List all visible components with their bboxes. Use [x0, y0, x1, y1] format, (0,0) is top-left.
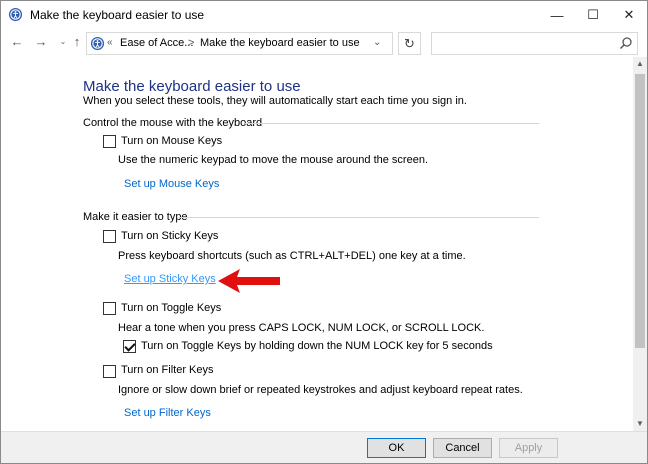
- red-arrow-icon: [218, 269, 280, 293]
- dialog-window: Make the keyboard easier to use — ☐ ✕ ← …: [0, 0, 648, 464]
- refresh-icon: ↻: [404, 35, 415, 51]
- mouse-keys-description: Use the numeric keypad to move the mouse…: [118, 154, 429, 166]
- cancel-button[interactable]: Cancel: [433, 438, 492, 458]
- minimize-button[interactable]: —: [539, 1, 575, 29]
- breadcrumb-ease-of-access[interactable]: Ease of Acce...: [120, 37, 193, 49]
- sticky-keys-description: Press keyboard shortcuts (such as CTRL+A…: [118, 250, 466, 262]
- apply-button[interactable]: Apply: [499, 438, 558, 458]
- title-bar[interactable]: Make the keyboard easier to use — ☐ ✕: [1, 1, 647, 29]
- setup-sticky-keys-link[interactable]: Set up Sticky Keys: [124, 273, 216, 285]
- scroll-up-icon[interactable]: ▲: [633, 57, 647, 71]
- ease-of-access-icon: [8, 7, 23, 22]
- toggle-keys-numlock-checkbox[interactable]: [123, 340, 136, 353]
- scrollbar-thumb[interactable]: [635, 74, 645, 348]
- up-arrow-icon[interactable]: ↑: [69, 34, 85, 50]
- toggle-keys-description: Hear a tone when you press CAPS LOCK, NU…: [118, 322, 485, 334]
- filter-keys-description: Ignore or slow down brief or repeated ke…: [118, 384, 523, 396]
- toggle-keys-label[interactable]: Turn on Toggle Keys: [121, 302, 221, 314]
- close-icon: ✕: [623, 7, 635, 22]
- toggle-keys-checkbox[interactable]: [103, 302, 116, 315]
- back-arrow-icon[interactable]: ←: [9, 34, 25, 50]
- section-heading-mouse: Control the mouse with the keyboard: [83, 117, 263, 129]
- vertical-scrollbar[interactable]: ▲ ▼: [633, 57, 647, 431]
- toggle-keys-numlock-label[interactable]: Turn on Toggle Keys by holding down the …: [141, 340, 493, 352]
- close-button[interactable]: ✕: [611, 1, 647, 29]
- page-subtitle: When you select these tools, they will a…: [83, 95, 467, 107]
- section-divider: [179, 217, 539, 218]
- setup-filter-keys-link[interactable]: Set up Filter Keys: [124, 407, 211, 419]
- sticky-keys-checkbox[interactable]: [103, 230, 116, 243]
- maximize-button[interactable]: ☐: [575, 1, 611, 29]
- breadcrumb-overflow-icon[interactable]: «: [107, 37, 113, 48]
- maximize-icon: ☐: [587, 7, 599, 22]
- section-divider: [245, 123, 539, 124]
- search-icon: [619, 37, 632, 50]
- breadcrumb-current[interactable]: Make the keyboard easier to use: [200, 37, 360, 49]
- mouse-keys-checkbox[interactable]: [103, 135, 116, 148]
- address-bar[interactable]: « Ease of Acce... > Make the keyboard ea…: [86, 32, 393, 55]
- window-title: Make the keyboard easier to use: [30, 8, 205, 22]
- main-content: Make the keyboard easier to use When you…: [1, 57, 633, 431]
- scroll-down-icon[interactable]: ▼: [633, 417, 647, 431]
- breadcrumb-separator-icon[interactable]: >: [188, 37, 194, 49]
- page-title: Make the keyboard easier to use: [83, 78, 301, 95]
- ok-button[interactable]: OK: [367, 438, 426, 458]
- mouse-keys-label[interactable]: Turn on Mouse Keys: [121, 135, 222, 147]
- filter-keys-checkbox[interactable]: [103, 365, 116, 378]
- section-heading-typing: Make it easier to type: [83, 211, 188, 223]
- dialog-footer: OK Cancel Apply: [1, 431, 647, 463]
- setup-mouse-keys-link[interactable]: Set up Mouse Keys: [124, 178, 219, 190]
- refresh-button[interactable]: ↻: [398, 32, 421, 55]
- search-input[interactable]: [431, 32, 638, 55]
- navigation-bar: ← → ⌄ ↑ « Ease of Acce... > Make the key…: [1, 29, 647, 57]
- address-dropdown-icon[interactable]: ⌄: [373, 37, 381, 48]
- filter-keys-label[interactable]: Turn on Filter Keys: [121, 364, 214, 376]
- sticky-keys-label[interactable]: Turn on Sticky Keys: [121, 230, 218, 242]
- control-panel-icon: [90, 36, 105, 51]
- forward-arrow-icon[interactable]: →: [33, 34, 49, 50]
- minimize-icon: —: [550, 7, 564, 23]
